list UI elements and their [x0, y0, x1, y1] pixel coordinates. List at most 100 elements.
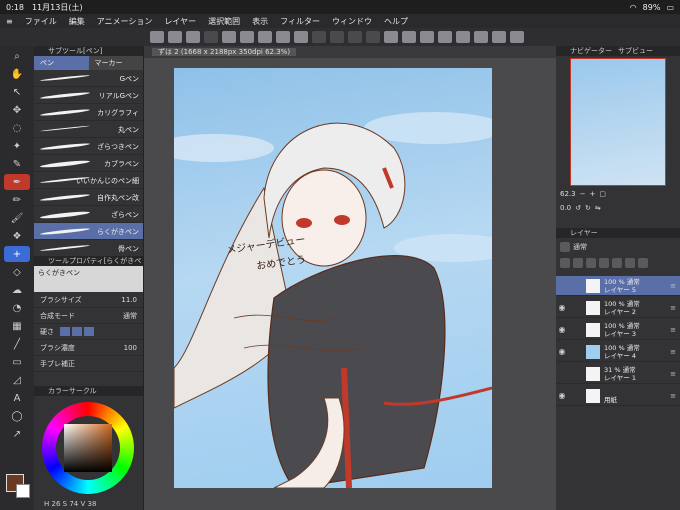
subtool-real-g-pen[interactable]: リアルGペン [34, 87, 143, 104]
pen-tool-icon[interactable]: ✒ [4, 174, 30, 190]
zoom-in-icon[interactable]: + [589, 190, 595, 198]
undo-icon[interactable] [276, 31, 290, 43]
hardness-step[interactable] [84, 327, 94, 336]
figure-tool-icon[interactable]: ╱ [4, 336, 30, 352]
visibility-icon[interactable]: ◉ [556, 391, 568, 400]
brush-size-value[interactable]: 11.0 [121, 296, 137, 304]
pencil-tool-icon[interactable]: ✏ [4, 192, 30, 208]
app-icon[interactable]: ≡ [0, 17, 19, 26]
density-row[interactable]: ブラシ濃度 100 [34, 340, 143, 356]
lock-icon[interactable] [560, 258, 570, 268]
brush-size-row[interactable]: ブラシサイズ 11.0 [34, 292, 143, 308]
canvas-area[interactable]: ずは 2 (1668 x 2188px 350dpi 62.3%) メジャーデビ… [144, 46, 556, 510]
menu-animation[interactable]: アニメーション [91, 16, 159, 27]
invert-icon[interactable] [348, 31, 362, 43]
snap-icon[interactable] [420, 31, 434, 43]
stabilize-row[interactable]: 手ブレ補正 [34, 356, 143, 372]
clip-icon[interactable] [573, 258, 583, 268]
save-icon[interactable] [186, 31, 200, 43]
zoom-value[interactable]: 62.3 [560, 190, 576, 198]
subtool-kabura-pen[interactable]: カブラペン [34, 155, 143, 172]
hue-ring[interactable] [42, 402, 134, 494]
vector-icon[interactable] [474, 31, 488, 43]
hardness-step[interactable] [72, 327, 82, 336]
drag-handle-icon[interactable]: ≡ [670, 282, 676, 290]
layer-row[interactable]: 100 % 通常 レイヤー 5 ≡ [556, 276, 680, 296]
brush-tool-icon[interactable]: 🖌 [4, 210, 30, 226]
layer-row[interactable]: ◉ 用紙 ≡ [556, 386, 680, 406]
menu-window[interactable]: ウィンドウ [326, 16, 378, 27]
drag-handle-icon[interactable]: ≡ [670, 304, 676, 312]
subtool-round-pen[interactable]: 丸ペン [34, 121, 143, 138]
ruler-icon[interactable] [402, 31, 416, 43]
eyedropper-icon[interactable]: ✎ [4, 156, 30, 172]
menu-layer[interactable]: レイヤー [158, 16, 202, 27]
copy-icon[interactable] [222, 31, 236, 43]
density-value[interactable]: 100 [124, 344, 137, 352]
layer-row[interactable]: ◉ 100 % 通常 レイヤー 4 ≡ [556, 342, 680, 362]
deselect-icon[interactable] [330, 31, 344, 43]
menu-view[interactable]: 表示 [246, 16, 274, 27]
artwork-canvas[interactable]: メジャーデビュー おめでとう [174, 68, 492, 488]
new-layer-icon[interactable] [625, 258, 635, 268]
drag-handle-icon[interactable]: ≡ [670, 370, 676, 378]
fit-icon[interactable]: ▢ [599, 190, 606, 198]
menu-filter[interactable]: フィルター [274, 16, 326, 27]
delete-layer-icon[interactable] [638, 258, 648, 268]
draft-icon[interactable] [599, 258, 609, 268]
balloon-tool-icon[interactable]: ◯ [4, 408, 30, 424]
hardness-step[interactable] [60, 327, 70, 336]
document-tab[interactable]: ずは 2 (1668 x 2188px 350dpi 62.3%) [144, 46, 556, 58]
blend-mode-row[interactable]: 合成モード 通常 [34, 308, 143, 324]
subtool-zara-pen[interactable]: ざらペン [34, 206, 143, 223]
zoom-tool-icon[interactable]: ⌕ [4, 48, 30, 64]
subtool-bone-pen[interactable]: 骨ペン [34, 240, 143, 257]
rotate-left-icon[interactable]: ↺ [575, 204, 581, 212]
text-tool-icon[interactable]: A [4, 390, 30, 406]
drag-handle-icon[interactable]: ≡ [670, 392, 676, 400]
tab-subview[interactable]: サブビュー [618, 46, 653, 56]
subtool-calligraphy[interactable]: カリグラフィ [34, 104, 143, 121]
operation-tool-icon[interactable]: ↖ [4, 84, 30, 100]
layer-row[interactable]: 31 % 通常 レイヤー 1 ≡ [556, 364, 680, 384]
new-icon[interactable] [150, 31, 164, 43]
ruler-tool-icon[interactable]: ◿ [4, 372, 30, 388]
subtool-g-pen[interactable]: Gペン [34, 70, 143, 87]
redo-icon[interactable] [294, 31, 308, 43]
flip-icon[interactable]: ⇋ [595, 204, 601, 212]
subtool-rough-pen[interactable]: ざらつきペン [34, 138, 143, 155]
gradient-tool-icon[interactable]: ▦ [4, 318, 30, 334]
eraser-tool-icon[interactable]: ◇ [4, 264, 30, 280]
document-tab-label[interactable]: ずは 2 (1668 x 2188px 350dpi 62.3%) [152, 48, 297, 56]
saturation-value-square[interactable] [64, 424, 112, 472]
open-icon[interactable] [168, 31, 182, 43]
blend-mode-value[interactable]: 通常 [123, 311, 137, 321]
reference-icon[interactable] [586, 258, 596, 268]
transform-icon[interactable] [312, 31, 326, 43]
subtool-rakugaki-pen[interactable]: らくがきペン [34, 223, 143, 240]
select-layer-icon[interactable] [384, 31, 398, 43]
drag-handle-icon[interactable]: ≡ [670, 326, 676, 334]
cut-icon[interactable] [204, 31, 218, 43]
magic-wand-icon[interactable]: ✦ [4, 138, 30, 154]
drag-handle-icon[interactable]: ≡ [670, 348, 676, 356]
layer-blend-icon[interactable] [560, 242, 570, 252]
correct-line-tool-icon[interactable]: ↗ [4, 426, 30, 442]
menu-selection[interactable]: 選択範囲 [202, 16, 246, 27]
hand-tool-icon[interactable]: ✋ [4, 66, 30, 82]
visibility-icon[interactable]: ◉ [556, 325, 568, 334]
mask-icon[interactable] [612, 258, 622, 268]
layer-row[interactable]: ◉ 100 % 通常 レイヤー 3 ≡ [556, 320, 680, 340]
zoom-out-icon[interactable]: − [580, 190, 586, 198]
subtool-nice-pen[interactable]: いいかんじのペン細 [34, 172, 143, 189]
navigator-thumbnail[interactable] [570, 58, 666, 186]
layer-row[interactable]: ◉ 100 % 通常 レイヤー 2 ≡ [556, 298, 680, 318]
clear-icon[interactable] [258, 31, 272, 43]
tab-pen[interactable]: ペン [34, 56, 89, 70]
layer-blend-mode[interactable]: 通常 [573, 242, 587, 252]
tab-navigator[interactable]: ナビゲーター [570, 46, 612, 56]
menu-file[interactable]: ファイル [19, 16, 63, 27]
frame-tool-icon[interactable]: ▭ [4, 354, 30, 370]
hardness-row[interactable]: 硬さ [34, 324, 143, 340]
tab-layer[interactable]: レイヤー [570, 229, 598, 237]
